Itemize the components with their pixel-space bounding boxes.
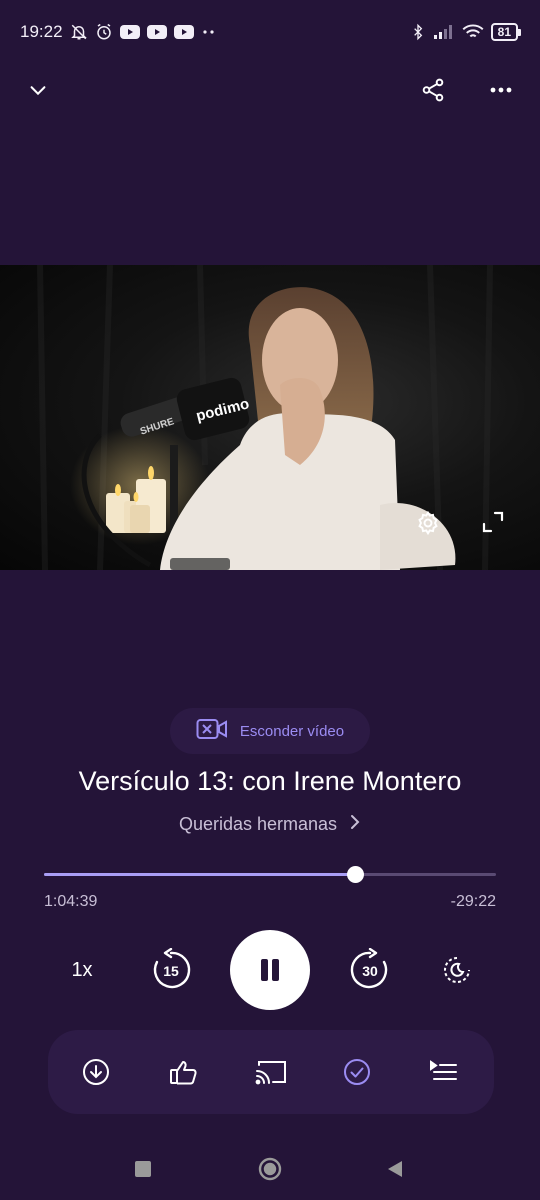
wifi-icon — [462, 24, 484, 40]
chevron-down-icon[interactable] — [16, 68, 60, 112]
share-icon[interactable] — [411, 68, 455, 112]
pause-icon — [261, 959, 279, 981]
recents-icon[interactable] — [130, 1156, 156, 1182]
youtube-icon — [146, 25, 167, 39]
back-icon[interactable] — [382, 1156, 408, 1182]
hide-video-label: Esconder vídeo — [239, 722, 345, 740]
forward-seconds: 30 — [362, 963, 378, 979]
pause-button[interactable] — [230, 930, 310, 1010]
speed-button[interactable]: 1x — [58, 950, 106, 990]
cast-icon[interactable] — [251, 1052, 291, 1092]
queue-icon[interactable] — [423, 1052, 463, 1092]
chevron-right-icon — [349, 814, 361, 835]
progress-slider[interactable] — [44, 866, 496, 884]
fullscreen-icon[interactable] — [481, 510, 521, 550]
action-bar — [48, 1030, 494, 1114]
forward-30-button[interactable]: 30 — [346, 946, 394, 994]
sleep-timer-icon — [444, 957, 470, 983]
elapsed-time: 1:04:39 — [44, 893, 98, 910]
rewind-seconds: 15 — [163, 963, 179, 979]
player-top-nav — [0, 68, 540, 112]
remaining-time: -29:22 — [450, 893, 496, 910]
status-bar: 19:22 81 — [0, 0, 540, 64]
sleep-timer-button[interactable] — [437, 950, 477, 990]
more-dots-icon — [201, 27, 217, 37]
check-circle-icon[interactable] — [337, 1052, 377, 1092]
show-link[interactable]: Queridas hermanas — [0, 814, 540, 835]
playback-controls: 1x 15 30 — [0, 928, 540, 1012]
alarm-icon — [95, 23, 113, 41]
episode-title: Versículo 13: con Irene Montero — [78, 766, 462, 796]
video-off-icon — [196, 718, 228, 744]
status-time: 19:22 — [20, 22, 63, 41]
download-icon[interactable] — [76, 1052, 116, 1092]
system-nav-bar — [0, 1136, 540, 1200]
thumbs-up-icon[interactable] — [164, 1052, 204, 1092]
video-frame-illustration: SHURE podimo — [37, 265, 493, 570]
settings-icon[interactable] — [415, 510, 455, 550]
more-horizontal-icon[interactable] — [479, 68, 523, 112]
forward-icon: 30 — [350, 948, 388, 989]
video-player[interactable]: SHURE podimo — [0, 265, 540, 570]
bluetooth-icon — [410, 23, 426, 41]
bell-off-icon — [70, 23, 88, 41]
hide-video-button[interactable]: Esconder vídeo — [170, 708, 370, 754]
home-icon[interactable] — [257, 1156, 283, 1182]
progress-fill — [44, 873, 355, 876]
youtube-icon — [119, 25, 140, 39]
progress-thumb[interactable] — [346, 866, 364, 883]
youtube-icon — [173, 25, 194, 39]
rewind-icon: 15 — [153, 948, 191, 989]
show-name: Queridas hermanas — [178, 814, 338, 834]
signal-icon — [433, 24, 455, 40]
rewind-15-button[interactable]: 15 — [147, 946, 195, 994]
battery-icon: 81 — [490, 23, 522, 41]
